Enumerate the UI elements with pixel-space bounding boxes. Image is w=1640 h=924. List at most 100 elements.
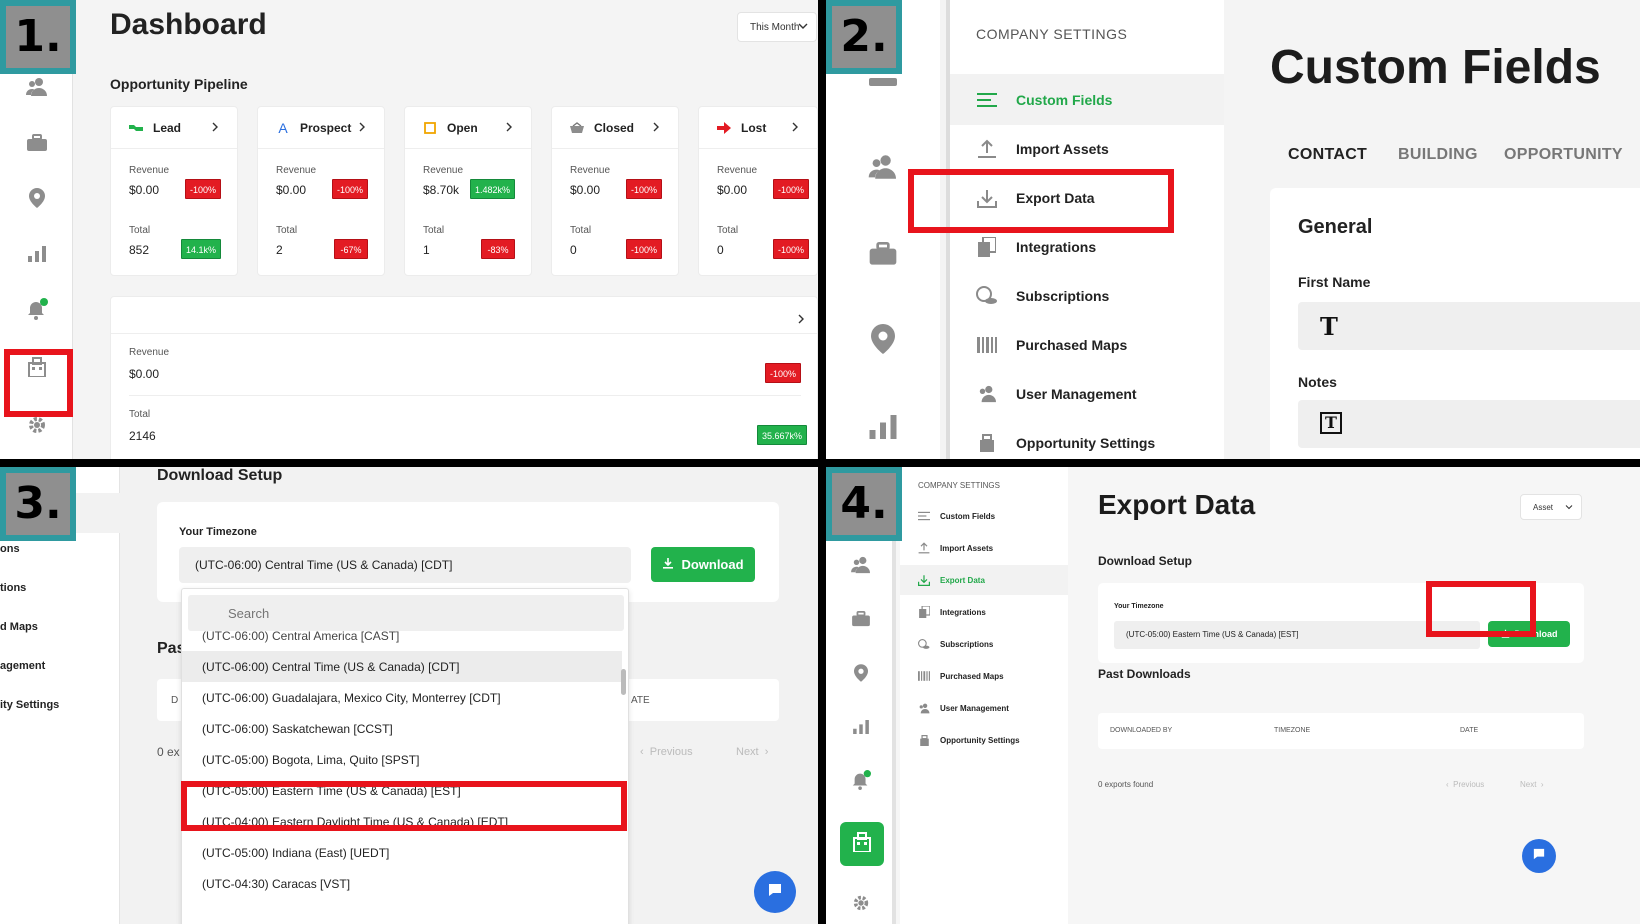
menu-item-fragment[interactable]: agement bbox=[0, 660, 45, 672]
menu-item-label: User Management bbox=[940, 703, 1009, 713]
timezone-option-selected[interactable]: (UTC-06:00) Central Time (US & Canada) [… bbox=[182, 651, 622, 682]
menu-item-import-assets[interactable]: Import Assets bbox=[950, 123, 1224, 174]
prospect-letter-icon: A bbox=[278, 119, 288, 136]
coins-icon bbox=[976, 285, 998, 307]
menu-item-user-management[interactable]: User Management bbox=[950, 368, 1224, 419]
menu-item-purchased-maps[interactable]: Purchased Maps bbox=[950, 319, 1224, 370]
step-badge-1: 1. bbox=[0, 0, 76, 74]
menu-item-import-assets[interactable]: Import Assets bbox=[900, 533, 1068, 563]
timezone-label: Your Timezone bbox=[1114, 603, 1164, 610]
timezone-select[interactable]: (UTC-06:00) Central Time (US & Canada) [… bbox=[179, 547, 631, 583]
revenue-label: Revenue bbox=[570, 165, 611, 176]
menu-item-fragment[interactable]: d Maps bbox=[0, 621, 38, 633]
stage-card-closed[interactable]: Closed Revenue $0.00 -100% Total 0 -100% bbox=[551, 106, 679, 276]
dropdown-scrollbar[interactable] bbox=[621, 669, 626, 695]
menu-item-fragment[interactable]: ity Settings bbox=[0, 699, 59, 711]
stage-card-prospect[interactable]: A Prospect Revenue $0.00 -100% Total 2 -… bbox=[257, 106, 385, 276]
summary-card[interactable]: Revenue $0.00 -100% Total 2146 35.667k% bbox=[110, 296, 818, 459]
tab-opportunity[interactable]: OPPORTUNITY bbox=[1504, 146, 1623, 164]
map-pin-icon[interactable] bbox=[22, 183, 52, 213]
stage-card-open[interactable]: Open Revenue $8.70k 1.482k% Total 1 -83% bbox=[404, 106, 532, 276]
total-label: Total bbox=[276, 225, 298, 236]
timezone-option[interactable]: (UTC-05:00) Indiana (East) [UEDT] bbox=[182, 837, 622, 868]
panel-export-data: 4. COMPANY SETTINGS Custom Fields Import… bbox=[826, 467, 1640, 924]
pager-next[interactable]: Next › bbox=[1520, 780, 1544, 789]
lost-arrow-icon bbox=[717, 121, 731, 135]
briefcase-icon[interactable] bbox=[866, 237, 900, 271]
chevron-right-icon[interactable] bbox=[797, 311, 805, 329]
period-select[interactable]: This Month bbox=[737, 12, 817, 42]
field-notes[interactable]: T bbox=[1298, 400, 1640, 448]
menu-item-label: Custom Fields bbox=[940, 511, 996, 521]
download-button[interactable]: Download bbox=[651, 547, 755, 582]
revenue-label: Revenue bbox=[423, 165, 464, 176]
tab-contact[interactable]: CONTACT bbox=[1288, 146, 1367, 164]
list-lines-icon bbox=[918, 510, 930, 522]
chevron-right-icon bbox=[211, 121, 219, 135]
menu-item-integrations[interactable]: Integrations bbox=[950, 221, 1224, 272]
timezone-search-input[interactable] bbox=[188, 595, 624, 631]
settings-gear-icon[interactable] bbox=[22, 410, 52, 440]
step-number: 2. bbox=[832, 6, 896, 68]
contacts-icon[interactable] bbox=[850, 554, 872, 576]
menu-item-opportunity-settings[interactable]: Opportunity Settings bbox=[950, 417, 1224, 459]
company-settings-tile[interactable] bbox=[840, 822, 884, 866]
asset-type-select[interactable]: Asset bbox=[1520, 494, 1582, 520]
menu-item-purchased-maps[interactable]: Purchased Maps bbox=[900, 661, 1068, 691]
menu-item-user-management[interactable]: User Management bbox=[900, 693, 1068, 723]
upload-icon bbox=[918, 542, 930, 554]
pager-previous[interactable]: ‹ Previous bbox=[640, 746, 693, 758]
users-icon bbox=[918, 702, 930, 714]
field-label: First Name bbox=[1298, 274, 1371, 290]
revenue-change-badge: -100% bbox=[772, 179, 809, 199]
chat-button[interactable] bbox=[754, 871, 796, 913]
timezone-option[interactable]: (UTC-05:00) Bogota, Lima, Quito [SPST] bbox=[182, 744, 622, 775]
notification-bell-icon[interactable] bbox=[850, 769, 872, 791]
total-change-badge: -83% bbox=[481, 239, 515, 259]
chevron-right-icon bbox=[791, 121, 799, 135]
menu-item-opportunity-settings[interactable]: Opportunity Settings bbox=[900, 725, 1068, 755]
section-title: Opportunity Pipeline bbox=[110, 76, 248, 92]
stage-card-lead[interactable]: Lead Revenue $0.00 -100% Total 852 14.1k… bbox=[110, 106, 238, 276]
tab-building[interactable]: BUILDING bbox=[1398, 146, 1478, 164]
timezone-option[interactable]: (UTC-04:30) Caracas [VST] bbox=[182, 868, 622, 899]
timezone-option-eastern[interactable]: (UTC-05:00) Eastern Time (US & Canada) [… bbox=[182, 775, 622, 806]
menu-item-export-data[interactable]: Export Data bbox=[950, 172, 1224, 223]
revenue-change-badge: -100% bbox=[625, 179, 662, 199]
chat-button[interactable] bbox=[1522, 839, 1556, 873]
revenue-label: Revenue bbox=[276, 165, 317, 176]
menu-item-subscriptions[interactable]: Subscriptions bbox=[900, 629, 1068, 659]
chevron-right-icon bbox=[505, 121, 513, 135]
menu-item-subscriptions[interactable]: Subscriptions bbox=[950, 270, 1224, 321]
notification-bell-icon[interactable] bbox=[22, 294, 52, 324]
stage-card-lost[interactable]: Lost Revenue $0.00 -100% Total 0 -100% bbox=[698, 106, 818, 276]
company-building-icon[interactable] bbox=[22, 352, 52, 382]
timezone-option[interactable]: (UTC-06:00) Saskatchewan [CCST] bbox=[182, 713, 622, 744]
pager-previous[interactable]: ‹ Previous bbox=[1446, 780, 1484, 789]
map-pin-icon[interactable] bbox=[866, 322, 900, 356]
timezone-select[interactable]: (UTC-05:00) Eastern Time (US & Canada) [… bbox=[1114, 621, 1480, 649]
menu-item-export-data[interactable]: Export Data bbox=[900, 565, 1068, 595]
pager-next[interactable]: Next › bbox=[736, 746, 768, 758]
contacts-icon[interactable] bbox=[22, 72, 52, 102]
menu-item-custom-fields[interactable]: Custom Fields bbox=[900, 501, 1068, 531]
download-icon bbox=[976, 187, 998, 209]
map-pin-icon[interactable] bbox=[850, 662, 872, 684]
briefcase-icon[interactable] bbox=[850, 608, 872, 630]
settings-gear-icon[interactable] bbox=[850, 892, 872, 914]
field-first-name[interactable]: T bbox=[1298, 302, 1640, 350]
bar-chart-icon[interactable] bbox=[850, 716, 872, 738]
menu-item-integrations[interactable]: Integrations bbox=[900, 597, 1068, 627]
bar-chart-icon[interactable] bbox=[866, 410, 900, 444]
bar-chart-icon[interactable] bbox=[22, 239, 52, 269]
summary-total-value: 2146 bbox=[129, 429, 156, 443]
contacts-icon[interactable] bbox=[866, 150, 900, 184]
timezone-option[interactable]: (UTC-06:00) Guadalajara, Mexico City, Mo… bbox=[182, 682, 622, 713]
download-button[interactable]: Download bbox=[1488, 621, 1570, 647]
menu-item-custom-fields[interactable]: Custom Fields bbox=[950, 74, 1224, 125]
timezone-option[interactable]: (UTC-06:00) Central America [CAST] bbox=[182, 629, 622, 643]
menu-item-fragment[interactable]: ons bbox=[0, 543, 20, 555]
timezone-option[interactable]: (UTC-04:00) Eastern Daylight Time (US & … bbox=[182, 806, 622, 837]
menu-item-fragment[interactable]: tions bbox=[0, 582, 26, 594]
briefcase-icon[interactable] bbox=[22, 128, 52, 158]
